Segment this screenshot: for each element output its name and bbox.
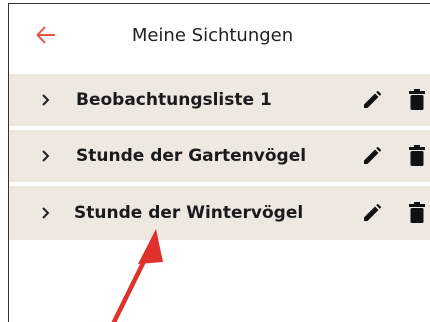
trash-icon[interactable] — [408, 145, 426, 167]
pencil-icon[interactable] — [361, 89, 383, 111]
pencil-icon[interactable] — [361, 202, 383, 224]
list-item-label: Beobachtungsliste 1 — [76, 90, 272, 110]
page-title: Meine Sichtungen — [131, 24, 294, 46]
list-item[interactable]: Stunde der Gartenvögel — [9, 130, 430, 182]
list-item[interactable]: Stunde der Wintervögel — [9, 186, 430, 240]
trash-icon[interactable] — [408, 89, 426, 111]
pencil-icon[interactable] — [361, 145, 383, 167]
chevron-right-icon[interactable] — [39, 147, 53, 165]
top-app-bar: Meine Sichtungen — [9, 4, 430, 66]
list-item-label: Stunde der Gartenvögel — [76, 146, 307, 166]
chevron-right-icon[interactable] — [39, 204, 53, 222]
chevron-right-icon[interactable] — [39, 91, 53, 109]
app-screen: Meine Sichtungen Beobachtungsliste 1 Stu… — [8, 3, 430, 322]
list-item-label: Stunde der Wintervögel — [74, 203, 304, 223]
trash-icon[interactable] — [408, 202, 426, 224]
list-item[interactable]: Beobachtungsliste 1 — [9, 74, 430, 126]
